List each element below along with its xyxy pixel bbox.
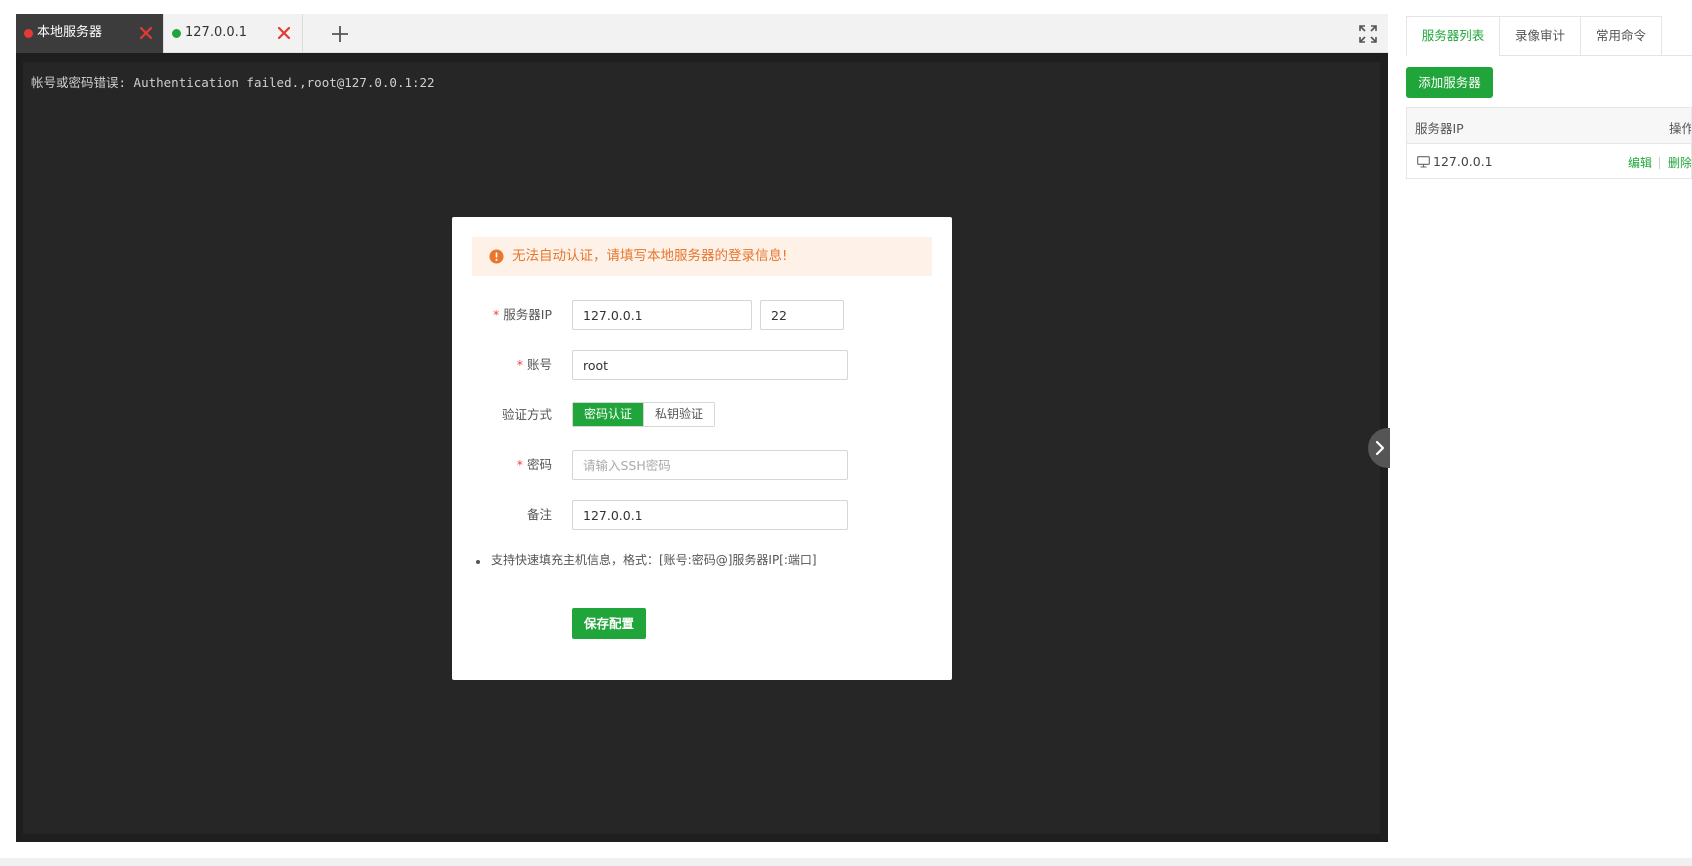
tab-server-list[interactable]: 服务器列表	[1406, 16, 1500, 56]
monitor-icon	[1417, 156, 1430, 168]
tab-label: 本地服务器	[37, 25, 103, 40]
tab-label: 127.0.0.1	[185, 25, 248, 40]
close-icon[interactable]	[275, 24, 293, 42]
auth-method-label: 验证方式	[501, 407, 552, 422]
bottom-bar	[0, 858, 1692, 866]
server-ip-cell: 127.0.0.1	[1433, 154, 1493, 169]
action-divider	[1659, 157, 1660, 169]
close-icon[interactable]	[137, 24, 155, 42]
collapse-sidebar-button[interactable]	[1368, 428, 1390, 468]
tip-bullet	[476, 560, 480, 564]
quick-fill-tip: 支持快速填充主机信息，格式：[账号:密码@]服务器IP[:端口]	[491, 553, 817, 567]
chevron-right-icon	[1375, 440, 1385, 456]
warning-alert: 无法自动认证，请填写本地服务器的登录信息!	[472, 237, 932, 276]
warning-icon	[489, 249, 504, 264]
header-actions: 操作	[1669, 121, 1692, 136]
add-server-button[interactable]: 添加服务器	[1406, 67, 1493, 98]
table-row: 127.0.0.1 编辑 删除	[1407, 144, 1691, 178]
account-label: * 账号	[516, 357, 552, 372]
terminal-tab-bar: 本地服务器 127.0.0.1	[16, 14, 1388, 53]
tab-common-commands[interactable]: 常用命令	[1580, 16, 1662, 56]
server-ip-label: * 服务器IP	[493, 307, 552, 322]
status-dot-offline	[24, 29, 33, 38]
login-info-dialog: 无法自动认证，请填写本地服务器的登录信息! *服务器IP *账号 验证方式 密码…	[452, 217, 952, 680]
header-server-ip: 服务器IP	[1415, 121, 1464, 136]
password-input[interactable]	[572, 450, 848, 480]
side-panel-tabs: 服务器列表 录像审计 常用命令	[1406, 16, 1692, 56]
tab-local-server[interactable]: 本地服务器	[16, 14, 164, 53]
terminal-output: 帐号或密码错误: Authentication failed.,root@127…	[31, 75, 435, 90]
save-config-button[interactable]: 保存配置	[572, 608, 646, 639]
fullscreen-icon[interactable]	[1358, 24, 1378, 44]
warning-text: 无法自动认证，请填写本地服务器的登录信息!	[512, 248, 788, 264]
table-header: 服务器IP 操作	[1407, 108, 1691, 144]
tab-recording-audit[interactable]: 录像审计	[1499, 16, 1581, 56]
password-auth-option[interactable]: 密码认证	[573, 403, 644, 426]
status-dot-online	[172, 29, 181, 38]
tab-127-0-0-1[interactable]: 127.0.0.1	[164, 14, 303, 53]
key-auth-option[interactable]: 私钥验证	[643, 403, 715, 426]
auth-method-toggle: 密码认证 私钥验证	[572, 402, 716, 427]
add-tab-icon[interactable]	[329, 23, 351, 45]
remark-input[interactable]	[572, 500, 848, 530]
port-input[interactable]	[760, 300, 844, 330]
delete-link[interactable]: 删除	[1668, 154, 1691, 171]
password-label: * 密码	[516, 457, 552, 472]
server-ip-input[interactable]	[572, 300, 752, 330]
remark-label: 备注	[526, 507, 552, 522]
account-input[interactable]	[572, 350, 848, 380]
server-table: 服务器IP 操作 127.0.0.1 编辑 删除	[1406, 107, 1692, 179]
edit-link[interactable]: 编辑	[1628, 154, 1652, 171]
